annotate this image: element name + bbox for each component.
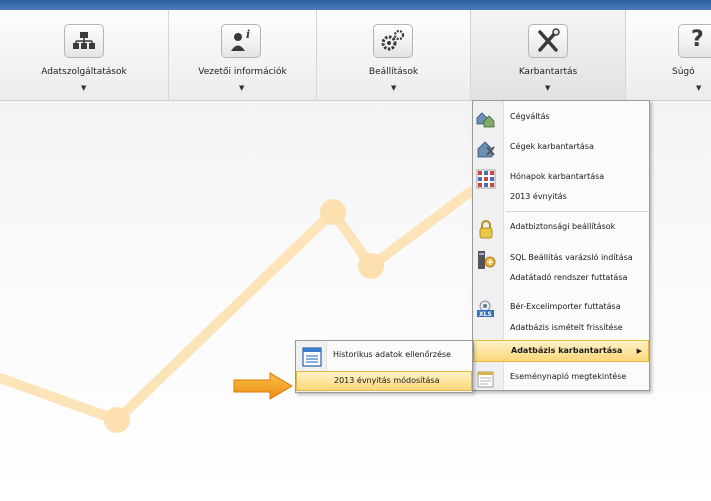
company-maintenance-icon <box>476 139 495 158</box>
menu-item-cegek-karbantartasa[interactable]: Cégek karbantartása <box>473 137 649 159</box>
menu-item-2013-evnyitas-modositasa[interactable]: 2013 évnyitás módosítása <box>296 371 472 391</box>
ribbon-button-label: Beállítások <box>368 67 419 77</box>
ribbon-button-vezetoi-informaciok[interactable]: i Vezetői információk ▼ <box>169 10 317 100</box>
menu-item-adatbazis-ismetelt-frissitese[interactable]: Adatbázis ismételt frissítése <box>473 318 649 340</box>
window-title-strip <box>0 0 711 10</box>
karbantartas-dropdown-menu: Cégváltás Cégek karbantartása Hónapok ka… <box>472 100 650 391</box>
org-chart-icon <box>64 24 104 58</box>
ribbon-button-sugo[interactable]: ? Súgó ▼ <box>626 10 711 100</box>
chevron-down-icon[interactable]: ▼ <box>81 84 86 92</box>
menu-item-adatatado-rendszer[interactable]: Adatátadó rendszer futtatása <box>473 268 649 290</box>
menu-item-2013-evnyitas[interactable]: 2013 évnyitás <box>473 187 649 209</box>
sql-wizard-icon <box>476 250 496 269</box>
menu-item-label: Adatbázis karbantartása <box>511 346 623 355</box>
pointer-arrow-icon <box>233 372 293 400</box>
menu-item-label: Cégek karbantartása <box>510 142 594 151</box>
history-list-icon <box>302 347 322 367</box>
menu-item-esemenynaplo[interactable]: Eseménynapló megtekintése <box>473 367 649 389</box>
user-info-icon: i <box>221 24 261 58</box>
ribbon-button-label: Vezetői információk <box>198 67 287 77</box>
chevron-down-icon[interactable]: ▼ <box>391 84 396 92</box>
xls-import-icon: XLS <box>476 299 494 318</box>
ribbon-button-beallitasok[interactable]: Beállítások ▼ <box>317 10 471 100</box>
chart-point <box>320 199 346 225</box>
gears-icon <box>373 24 413 58</box>
tools-icon <box>528 24 568 58</box>
adatbazis-karbantartasa-submenu: Historikus adatok ellenőrzése 2013 évnyi… <box>295 340 473 393</box>
menu-item-label: 2013 évnyitás módosítása <box>334 376 440 385</box>
menu-item-label: Hónapok karbantartása <box>510 172 605 181</box>
ribbon-button-label: Karbantartás <box>518 67 578 77</box>
svg-text:i: i <box>246 28 250 41</box>
menu-item-label: Adatátadó rendszer futtatása <box>510 273 628 282</box>
menu-item-label: Historikus adatok ellenőrzése <box>333 350 451 359</box>
chevron-down-icon[interactable]: ▼ <box>696 84 701 92</box>
menu-item-sql-beallitas-varazslo[interactable]: SQL Beállítás varázsló indítása <box>473 248 649 270</box>
question-mark-glyph: ? <box>691 27 704 52</box>
menu-item-label: Adatbiztonsági beállítások <box>510 222 616 231</box>
chevron-down-icon[interactable]: ▼ <box>239 84 244 92</box>
chevron-right-icon: ▶ <box>636 347 642 355</box>
menu-item-label: 2013 évnyitás <box>510 192 567 201</box>
calendar-grid-icon <box>476 169 496 189</box>
company-switch-icon <box>476 109 495 128</box>
chart-point <box>358 253 384 279</box>
menu-item-ber-excelimporter[interactable]: XLS Bér-Excelimporter futtatása <box>473 297 649 319</box>
menu-separator <box>506 211 648 212</box>
svg-text:XLS: XLS <box>479 311 492 318</box>
lock-icon <box>476 219 494 239</box>
chevron-down-icon[interactable]: ▼ <box>545 84 550 92</box>
menu-item-adatbazis-karbantartasa[interactable]: Adatbázis karbantartása ▶ <box>473 340 649 362</box>
menu-item-label: Eseménynapló megtekintése <box>510 372 627 381</box>
ribbon-button-label: Adatszolgáltatások <box>41 67 127 77</box>
ribbon-button-karbantartas[interactable]: Karbantartás ▼ <box>471 10 626 100</box>
menu-item-historikus-adatok[interactable]: Historikus adatok ellenőrzése <box>296 345 472 367</box>
menu-item-label: SQL Beállítás varázsló indítása <box>510 253 633 262</box>
menu-item-label: Cégváltás <box>510 112 550 121</box>
ribbon-button-adatszolgaltatasok[interactable]: Adatszolgáltatások ▼ <box>0 10 169 100</box>
ribbon-toolbar: Adatszolgáltatások ▼ i Vezetői informáci… <box>0 10 711 101</box>
menu-item-honapok-karbantartasa[interactable]: Hónapok karbantartása <box>473 167 649 189</box>
event-log-icon <box>476 369 494 388</box>
menu-item-label: Adatbázis ismételt frissítése <box>510 323 623 332</box>
chart-point <box>104 407 130 433</box>
menu-item-adatbiztonsagi-beallitasok[interactable]: Adatbiztonsági beállítások <box>473 217 649 239</box>
help-icon: ? <box>678 24 711 58</box>
menu-item-cegvaltas[interactable]: Cégváltás <box>473 107 649 129</box>
menu-item-label: Bér-Excelimporter futtatása <box>510 302 621 311</box>
ribbon-button-label: Súgó <box>672 67 695 77</box>
